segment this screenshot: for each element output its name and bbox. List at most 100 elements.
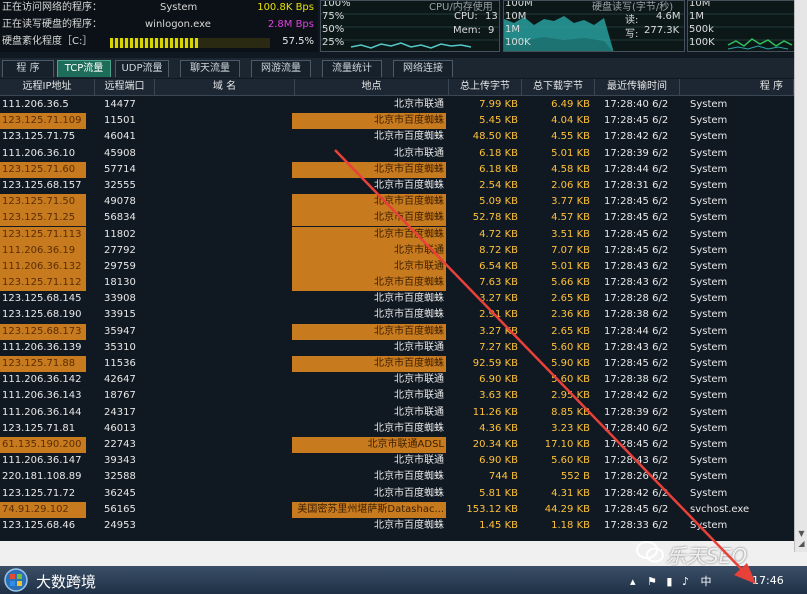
table-row[interactable]: 123.125.71.75 46041 北京市百度蜘蛛 48.50 KB 4.55 KB… <box>0 129 794 145</box>
table-row[interactable]: 111.206.36.5 14477 北京市联通 7.99 KB 6.49 KB 17:2… <box>0 97 794 113</box>
col-total-upload[interactable]: 总上传字节 <box>449 79 522 95</box>
location-cell: 北京市联通 <box>394 390 444 402</box>
table-row[interactable]: 111.206.36.147 39343 北京市联通 6.90 KB 5.60 KB 17… <box>0 453 794 469</box>
remote-port-cell: 29759 <box>104 260 136 272</box>
table-row[interactable]: 123.125.71.109 11501 北京市百度蜘蛛 5.45 KB 4.04 KB… <box>0 113 794 130</box>
table-row[interactable]: 111.206.36.143 18767 北京市联通 3.63 KB 2.95 KB 17… <box>0 388 794 404</box>
domain-cell <box>165 275 290 291</box>
vertical-scrollbar[interactable]: ▼ ◢ <box>794 0 807 552</box>
tab-network-connections[interactable]: 网络连接 <box>393 60 453 77</box>
table-row[interactable]: 123.125.71.81 46013 北京市百度蜘蛛 4.36 KB 3.23 KB 1… <box>0 421 794 437</box>
fragmentation-bar-segment <box>140 38 143 48</box>
tab-tcp-traffic[interactable]: TCP流量 <box>57 60 111 77</box>
fragmentation-bar-segment <box>170 38 173 48</box>
upload-bytes-cell: 8.72 KB <box>479 244 518 256</box>
download-bytes-cell: 5.01 KB <box>551 260 590 272</box>
table-row[interactable]: 61.135.190.200 22743 北京市联通ADSL 20.34 KB 17.1… <box>0 436 794 453</box>
last-transfer-cell: 17:28:44 6/2 <box>604 163 669 175</box>
table-row[interactable]: 123.125.68.190 33915 北京市百度蜘蛛 2.91 KB 2.36 KB… <box>0 307 794 323</box>
remote-ip-cell: 61.135.190.200 <box>0 436 86 453</box>
remote-ip-cell: 111.206.36.142 <box>2 374 82 386</box>
remote-ip-cell: 74.91.29.102 <box>0 501 86 518</box>
table-row[interactable]: 123.125.71.88 11536 北京市百度蜘蛛 92.59 KB 5.90 KB… <box>0 356 794 372</box>
remote-port-cell: 14477 <box>104 99 136 110</box>
fragmentation-bar <box>110 38 270 48</box>
download-bytes-cell: 552 B <box>560 471 590 483</box>
remote-port-cell: 42647 <box>104 374 136 386</box>
tray-network-icon[interactable]: ▮ <box>666 575 672 588</box>
tray-up-arrow-icon[interactable]: ▴ <box>630 575 636 588</box>
col-remote-ip[interactable]: 远程IP地址 <box>0 79 95 95</box>
table-row[interactable]: 123.125.68.46 24953 北京市百度蜘蛛 1.45 KB 1.18 KB 1… <box>0 518 794 534</box>
location-cell: 北京市联通 <box>394 406 444 418</box>
table-row[interactable]: 111.206.36.19 27792 北京市联通 8.72 KB 7.07 KB 17:… <box>0 242 794 259</box>
fragmentation-bar-segment <box>115 38 118 48</box>
fragmentation-bar-segment <box>155 38 158 48</box>
tab-game-traffic[interactable]: 网游流量 <box>251 60 311 77</box>
remote-port-cell: 56165 <box>104 503 136 515</box>
last-transfer-cell: 17:28:45 6/2 <box>604 503 669 515</box>
table-row[interactable]: 123.125.71.113 11802 北京市百度蜘蛛 4.72 KB 3.51 KB… <box>0 226 794 243</box>
domain-cell <box>165 162 290 178</box>
table-row[interactable]: 123.125.68.157 32555 北京市百度蜘蛛 2.54 KB 2.06 KB… <box>0 178 794 194</box>
upload-bytes-cell: 744 B <box>488 471 518 483</box>
table-row[interactable]: 111.206.36.132 29759 北京市联通 6.54 KB 5.01 KB 17… <box>0 258 794 275</box>
remote-ip-cell: 123.125.71.113 <box>0 226 86 243</box>
location-cell: 北京市百度蜘蛛 <box>292 113 446 130</box>
table-row[interactable]: 123.125.68.145 33908 北京市百度蜘蛛 3.27 KB 2.65 KB… <box>0 291 794 307</box>
location-cell: 北京市百度蜘蛛 <box>374 131 444 143</box>
domain-cell <box>165 97 290 113</box>
download-bytes-cell: 6.49 KB <box>551 99 590 110</box>
upload-bytes-cell: 1.45 KB <box>479 519 518 531</box>
last-transfer-cell: 17:28:45 6/2 <box>604 196 669 208</box>
tray-flag-icon[interactable]: ⚑ <box>647 575 657 588</box>
col-total-download[interactable]: 总下载字节 <box>522 79 595 95</box>
upload-bytes-cell: 4.72 KB <box>479 228 518 240</box>
last-transfer-cell: 17:28:43 6/2 <box>604 260 669 272</box>
col-domain[interactable]: 域 名 <box>155 79 295 95</box>
table-row[interactable]: 111.206.36.10 45908 北京市联通 6.18 KB 5.01 KB 17:… <box>0 146 794 162</box>
upload-bytes-cell: 6.18 KB <box>479 163 518 175</box>
table-row[interactable]: 123.125.71.50 49078 北京市百度蜘蛛 5.09 KB 3.77 KB 1… <box>0 194 794 211</box>
table-row[interactable]: 123.125.71.25 56834 北京市百度蜘蛛 52.78 KB 4.57 KB… <box>0 210 794 227</box>
watermark-text: 乐天SEO <box>666 544 748 568</box>
program-cell: System <box>690 260 728 272</box>
program-cell: System <box>690 99 728 110</box>
tab-programs[interactable]: 程 序 <box>2 60 54 77</box>
status-panel: 正在访问网络的程序： System 100.8K Bps 正在读写硬盘的程序： … <box>0 0 318 52</box>
domain-cell <box>165 291 290 307</box>
remote-port-cell: 46013 <box>104 422 136 434</box>
table-row[interactable]: 123.125.68.173 35947 北京市百度蜘蛛 3.27 KB 2.65 KB… <box>0 323 794 340</box>
upload-bytes-cell: 3.63 KB <box>479 390 518 402</box>
location-cell: 北京市百度蜘蛛 <box>374 471 444 483</box>
program-cell: System <box>690 519 728 531</box>
table-row[interactable]: 123.125.71.112 18130 北京市百度蜘蛛 7.63 KB 5.66 KB… <box>0 275 794 292</box>
remote-port-cell: 35310 <box>104 341 136 353</box>
domain-cell <box>165 307 290 323</box>
tab-traffic-stats[interactable]: 流量统计 <box>322 60 382 77</box>
tab-udp-traffic[interactable]: UDP流量 <box>115 60 169 77</box>
col-location[interactable]: 地点 <box>295 79 449 95</box>
domain-cell <box>165 210 290 226</box>
domain-cell <box>165 502 290 518</box>
download-bytes-cell: 44.29 KB <box>544 503 590 515</box>
remote-ip-cell: 111.206.36.10 <box>2 147 76 159</box>
tray-volume-icon[interactable]: ♪ <box>682 575 689 588</box>
table-row[interactable]: 111.206.36.142 42647 北京市联通 6.90 KB 5.60 KB 17… <box>0 372 794 388</box>
tray-ime-indicator[interactable]: 中 <box>701 575 712 588</box>
table-row[interactable]: 111.206.36.144 24317 北京市联通 11.26 KB 8.85 KB 1… <box>0 405 794 421</box>
domain-cell <box>165 518 290 534</box>
tab-chat-traffic[interactable]: 聊天流量 <box>180 60 240 77</box>
table-row[interactable]: 123.125.71.72 36245 北京市百度蜘蛛 5.81 KB 4.31 KB 1… <box>0 486 794 502</box>
table-row[interactable]: 123.125.71.60 57714 北京市百度蜘蛛 6.18 KB 4.58 KB 1… <box>0 161 794 178</box>
col-remote-port[interactable]: 远程端口 <box>95 79 155 95</box>
col-program[interactable]: 程 序 <box>680 79 794 95</box>
table-row[interactable]: 220.181.108.89 32588 北京市百度蜘蛛 744 B 552 B 17:2… <box>0 469 794 485</box>
domain-cell <box>165 129 290 145</box>
taskbar-clock[interactable]: 17:46 <box>752 574 784 587</box>
col-last-transfer[interactable]: 最近传输时间 <box>595 79 680 95</box>
start-orb-icon[interactable] <box>2 567 30 593</box>
last-transfer-cell: 17:28:38 6/2 <box>604 309 669 321</box>
table-row[interactable]: 74.91.29.102 56165 美国密苏里州堪萨斯Datashac... 153… <box>0 501 794 518</box>
table-row[interactable]: 111.206.36.139 35310 北京市联通 7.27 KB 5.60 KB 17… <box>0 340 794 356</box>
